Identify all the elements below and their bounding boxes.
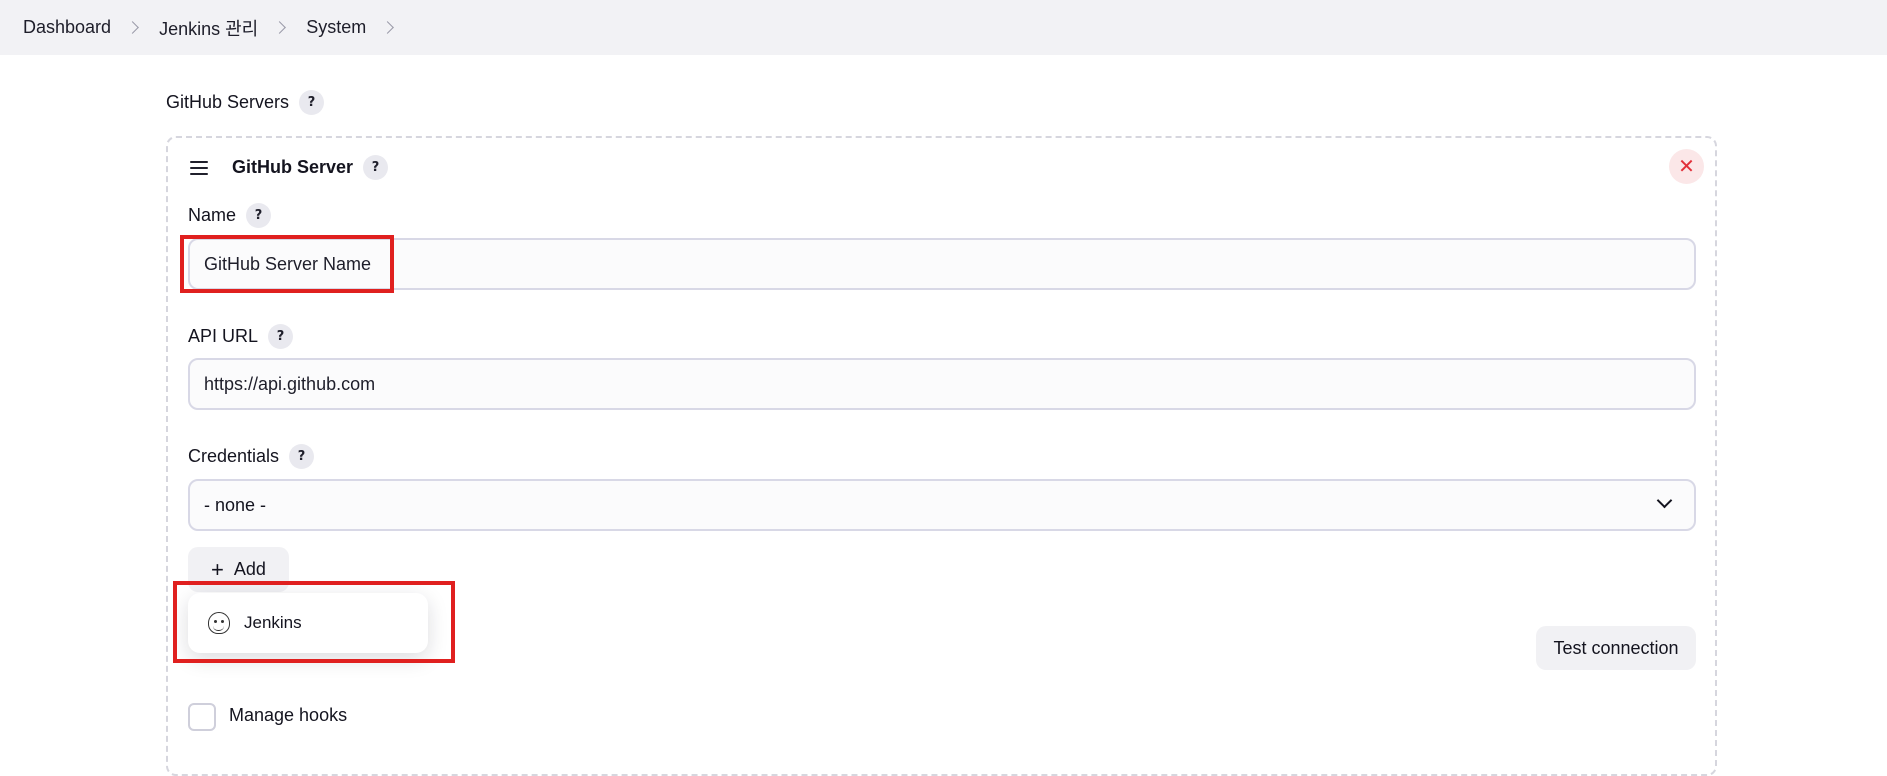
manage-hooks-label[interactable]: Manage hooks: [229, 705, 347, 726]
drag-handle-icon[interactable]: [190, 160, 208, 175]
help-icon[interactable]: ?: [363, 155, 389, 180]
close-icon: ✕: [1678, 156, 1695, 178]
add-credentials-button[interactable]: + Add: [188, 547, 289, 592]
add-button-label: Add: [233, 559, 266, 579]
credentials-label-row: Credentials ?: [188, 444, 315, 469]
chevron-down-icon: [1656, 492, 1673, 509]
plus-icon: +: [211, 556, 224, 582]
api-url-input[interactable]: [188, 358, 1696, 410]
card-header: GitHub Server ?: [190, 155, 389, 180]
github-server-card: [166, 136, 1717, 776]
help-icon[interactable]: ?: [299, 90, 325, 115]
name-label-row: Name ?: [188, 203, 272, 228]
help-icon[interactable]: ?: [289, 444, 315, 469]
name-label: Name: [188, 205, 237, 225]
credentials-selected-value: - none -: [204, 494, 267, 515]
card-title: GitHub Server: [232, 157, 354, 177]
chevron-right-icon: [126, 21, 139, 34]
breadcrumb: Dashboard Jenkins 관리 System: [0, 0, 1887, 55]
section-title: GitHub Servers ?: [166, 90, 325, 115]
test-connection-button[interactable]: Test connection: [1536, 626, 1696, 670]
help-icon[interactable]: ?: [246, 203, 272, 228]
add-credentials-menu: Jenkins: [188, 593, 428, 653]
manage-hooks-checkbox[interactable]: [188, 703, 216, 731]
chevron-right-icon: [273, 21, 287, 34]
jenkins-icon: [208, 612, 230, 634]
section-title-label: GitHub Servers: [166, 92, 290, 112]
breadcrumb-system[interactable]: System: [306, 17, 366, 38]
credentials-label: Credentials: [188, 446, 280, 466]
help-icon[interactable]: ?: [268, 324, 294, 349]
delete-server-button[interactable]: ✕: [1669, 149, 1704, 184]
name-input[interactable]: [188, 238, 1696, 290]
credentials-select[interactable]: - none -: [188, 479, 1696, 531]
breadcrumb-dashboard[interactable]: Dashboard: [23, 17, 111, 38]
api-url-label-row: API URL ?: [188, 324, 294, 349]
api-url-label: API URL: [188, 326, 259, 346]
breadcrumb-manage-jenkins[interactable]: Jenkins 관리: [159, 15, 258, 41]
menu-item-jenkins[interactable]: Jenkins: [244, 613, 302, 633]
chevron-right-icon[interactable]: [381, 21, 395, 34]
